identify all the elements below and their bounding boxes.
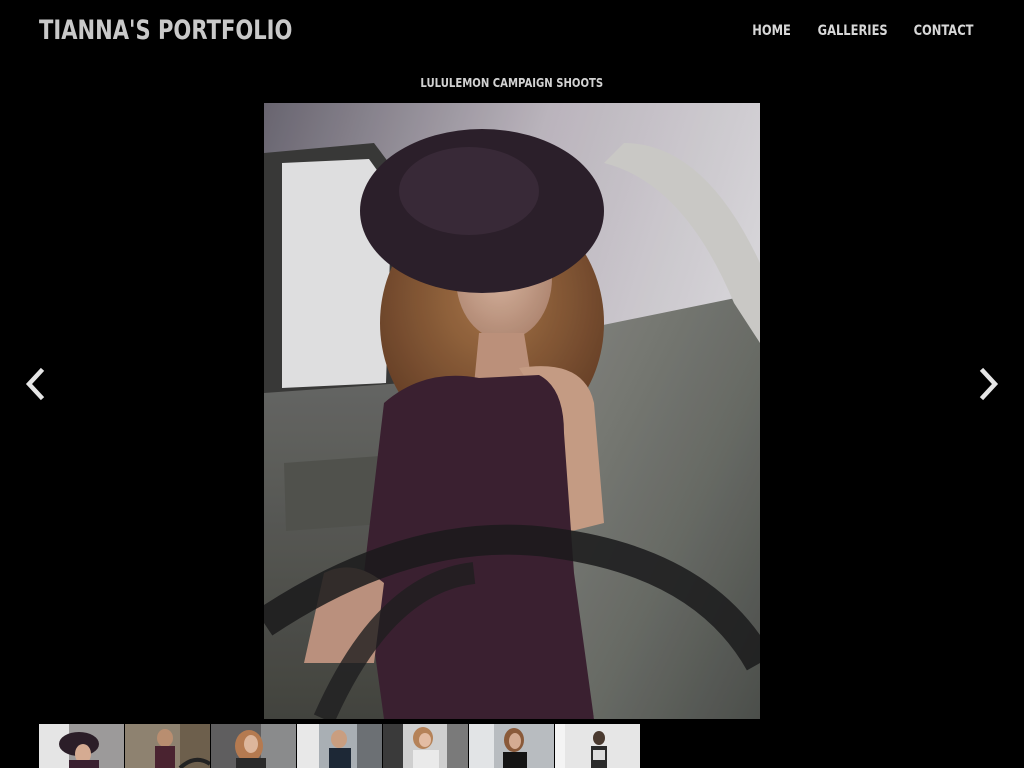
thumbnail-image [211, 724, 296, 768]
thumbnail-image [297, 724, 382, 768]
thumbnail-image [469, 724, 554, 768]
next-photo-button[interactable] [975, 366, 1003, 402]
thumbnail-image [383, 724, 468, 768]
nav-home-link[interactable]: HOME [753, 20, 792, 42]
thumbnail-4[interactable] [297, 724, 382, 768]
portfolio-page: TIANNA'S PORTFOLIO HOME GALLERIES CONTAC… [0, 0, 1024, 768]
thumbnail-1[interactable] [39, 724, 124, 768]
previous-photo-button[interactable] [21, 366, 49, 402]
chevron-left-icon [25, 367, 45, 401]
thumbnail-6[interactable] [469, 724, 554, 768]
main-photo-image [264, 103, 760, 719]
thumbnail-image [39, 724, 124, 768]
thumbnail-3[interactable] [211, 724, 296, 768]
thumbnail-image [125, 724, 210, 768]
chevron-right-icon [979, 367, 999, 401]
nav-galleries-link[interactable]: GALLERIES [817, 20, 887, 42]
site-title[interactable]: TIANNA'S PORTFOLIO [39, 12, 292, 50]
thumbnail-7[interactable] [555, 724, 640, 768]
main-photo[interactable] [264, 103, 760, 719]
main-nav: HOME GALLERIES CONTACT [748, 20, 980, 42]
thumbnail-2[interactable] [125, 724, 210, 768]
gallery-title: LULULEMON CAMPAIGN SHOOTS [0, 74, 1024, 92]
thumbnail-image [555, 724, 640, 768]
gallery-title-text: LULULEMON CAMPAIGN SHOOTS [420, 76, 604, 90]
nav-contact-link[interactable]: CONTACT [914, 20, 974, 42]
thumbnail-5[interactable] [383, 724, 468, 768]
thumbnail-strip [39, 724, 640, 768]
